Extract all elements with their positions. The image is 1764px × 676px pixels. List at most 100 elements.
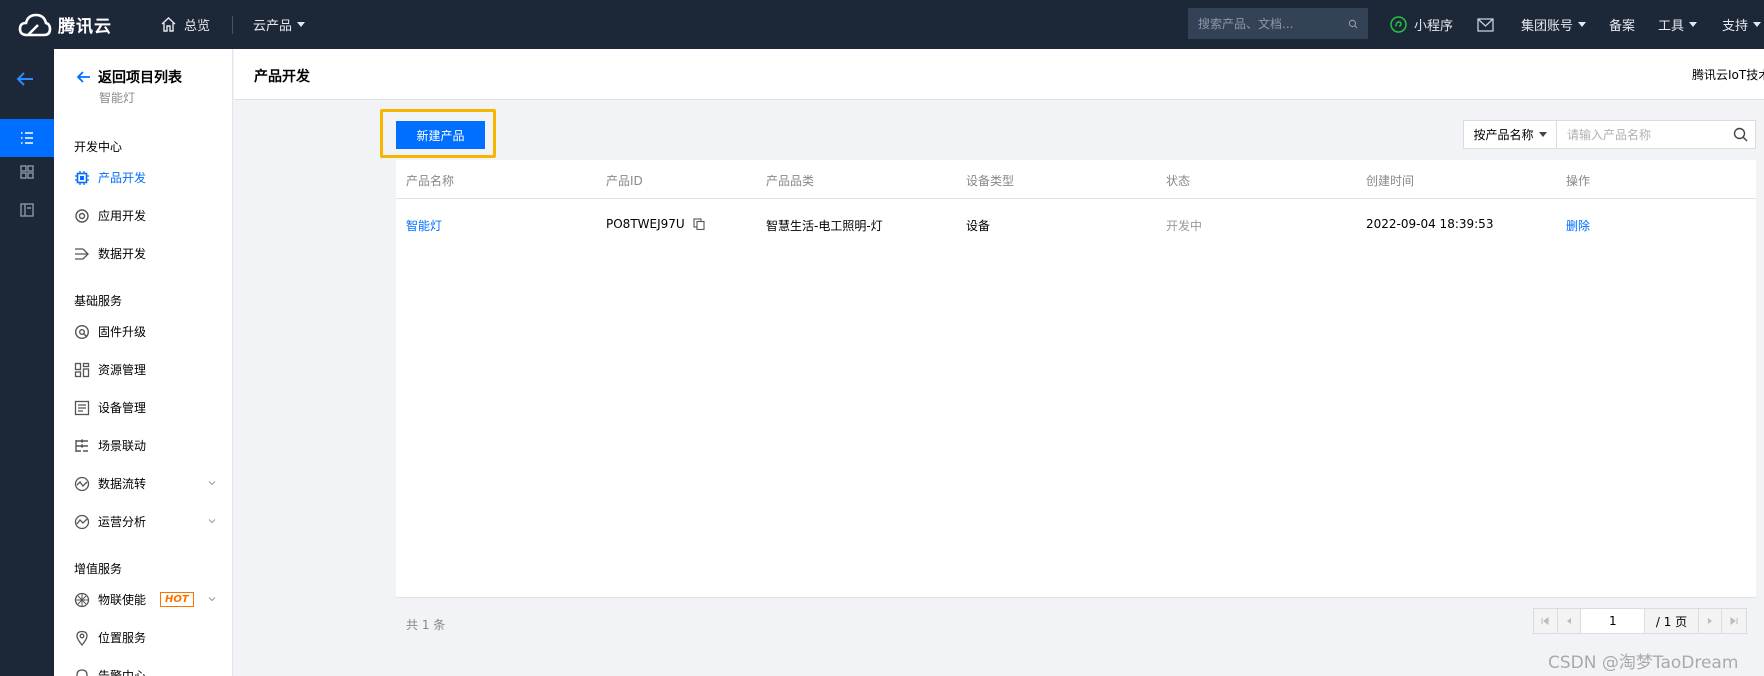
menu-item-label: 数据流转 — [98, 477, 147, 491]
mail-button[interactable] — [1477, 0, 1494, 49]
mini-program-icon — [1390, 16, 1407, 33]
tools-label: 工具 — [1658, 19, 1685, 34]
menu-item-location[interactable]: 位置服务 — [74, 629, 224, 646]
last-page-button[interactable] — [1722, 609, 1746, 633]
product-id: PO8TWEJ97U — [606, 217, 685, 231]
beian-link[interactable]: 备案 — [1609, 0, 1635, 49]
filter-select-label: 按产品名称 — [1473, 128, 1534, 142]
product-filter: 按产品名称 — [1463, 120, 1756, 149]
pagination: / 1 页 — [1533, 608, 1747, 634]
support-menu[interactable]: 支持 — [1722, 0, 1762, 49]
menu-item-scene[interactable]: 场景联动 — [74, 437, 224, 454]
caret-down-icon — [1538, 132, 1547, 137]
gear-icon — [75, 208, 89, 223]
product-name-link[interactable]: 智能灯 — [406, 217, 442, 234]
column-header: 操作 — [1566, 174, 1591, 188]
watermark: CSDN @淘梦TaoDream — [1548, 653, 1739, 673]
hot-badge: HOT — [160, 592, 194, 607]
menu-item-label: 场景联动 — [98, 439, 147, 453]
status-text: 开发中 — [1166, 219, 1203, 233]
column-header: 状态 — [1166, 174, 1191, 188]
menu-item-analysis[interactable]: 运营分析 — [74, 513, 224, 530]
prev-page-button[interactable] — [1558, 609, 1582, 633]
total-count: 共 1 条 — [406, 618, 446, 632]
data-flow-icon — [74, 476, 90, 491]
filter-field-select[interactable]: 按产品名称 — [1464, 121, 1557, 148]
search-button[interactable] — [1725, 121, 1755, 148]
section-title: 基础服务 — [74, 294, 123, 308]
grid-icon — [20, 165, 34, 179]
table-header: 产品名称 产品ID 产品品类 设备类型 状态 创建时间 操作 — [396, 160, 1756, 199]
back-label: 返回项目列表 — [98, 70, 182, 86]
group-account-menu[interactable]: 集团账号 — [1521, 0, 1587, 49]
menu-item-app-dev[interactable]: 应用开发 — [74, 207, 224, 224]
scene-icon — [75, 439, 88, 452]
nav-home-label: 总览 — [184, 19, 211, 34]
analysis-icon — [74, 514, 90, 529]
iot-icon — [74, 592, 90, 607]
global-search-input[interactable] — [1198, 16, 1348, 31]
tools-menu[interactable]: 工具 — [1658, 0, 1698, 49]
nav-home[interactable]: 总览 — [160, 15, 210, 34]
menu-item-label: 设备管理 — [98, 401, 147, 415]
rail-list[interactable] — [0, 119, 54, 157]
group-account-label: 集团账号 — [1521, 19, 1574, 34]
menu-item-data-flow[interactable]: 数据流转 — [74, 475, 224, 492]
product-category: 智慧生活-电工照明-灯 — [766, 219, 883, 233]
back-arrow-icon[interactable] — [14, 68, 36, 90]
product-id-cell: PO8TWEJ97U — [606, 217, 705, 231]
section-title: 增值服务 — [74, 562, 123, 576]
device-type: 设备 — [966, 219, 991, 233]
page-title: 产品开发 — [254, 69, 310, 85]
new-product-button[interactable]: 新建产品 — [396, 121, 485, 149]
chevron-down-icon — [208, 519, 216, 524]
rail-grid[interactable] — [0, 153, 54, 191]
global-search[interactable] — [1188, 8, 1368, 39]
tencent-cloud-logo[interactable]: 腾讯云 — [18, 11, 130, 39]
next-page-icon — [1708, 618, 1712, 624]
page-number-input[interactable] — [1581, 609, 1646, 633]
copy-icon[interactable] — [693, 218, 705, 230]
caret-down-icon — [1753, 22, 1762, 27]
nav-cloud-products[interactable]: 云产品 — [253, 15, 306, 34]
menu-item-data-dev[interactable]: 数据开发 — [74, 245, 224, 262]
menu-item-device[interactable]: 设备管理 — [74, 399, 224, 416]
mini-program-label: 小程序 — [1414, 19, 1454, 34]
rail-book[interactable] — [0, 191, 54, 229]
resource-icon — [74, 362, 90, 377]
menu-item-iot-enable[interactable]: 物联使能 HOT — [74, 591, 224, 608]
beian-label: 备案 — [1609, 19, 1636, 34]
product-name-search-input[interactable] — [1557, 121, 1725, 148]
menu-item-label: 告警中心 — [98, 669, 147, 676]
logo-text: 腾讯云 — [58, 17, 112, 37]
home-icon — [161, 17, 176, 32]
column-header: 创建时间 — [1366, 174, 1415, 188]
upgrade-icon — [74, 324, 90, 339]
column-header: 产品名称 — [406, 174, 455, 188]
menu-item-label: 应用开发 — [98, 209, 147, 223]
menu-item-firmware[interactable]: 固件升级 — [74, 323, 224, 340]
device-icon — [74, 400, 90, 415]
search-icon[interactable] — [1348, 16, 1358, 32]
search-icon — [1733, 127, 1747, 142]
first-page-icon — [1541, 617, 1549, 625]
caret-down-icon — [1689, 22, 1698, 27]
menu-item-resource[interactable]: 资源管理 — [74, 361, 224, 378]
next-page-button[interactable] — [1699, 609, 1723, 633]
mini-program-link[interactable]: 小程序 — [1390, 0, 1453, 49]
menu-item-label: 数据开发 — [98, 247, 147, 261]
column-header: 设备类型 — [966, 174, 1015, 188]
project-name: 智能灯 — [99, 91, 136, 105]
alarm-icon — [76, 668, 88, 676]
menu-item-label: 产品开发 — [98, 171, 147, 185]
chip-icon — [75, 170, 89, 185]
first-page-button[interactable] — [1534, 609, 1558, 633]
header-right-link[interactable]: 腾讯云IoT技术 — [1692, 66, 1764, 83]
section-title: 开发中心 — [74, 140, 123, 154]
chevron-down-icon — [208, 597, 216, 602]
menu-item-product-dev[interactable]: 产品开发 — [74, 169, 224, 186]
menu-item-alarm[interactable]: 告警中心 — [74, 667, 224, 676]
delete-link[interactable]: 删除 — [1566, 217, 1590, 234]
back-to-project-list[interactable]: 返回项目列表 — [76, 67, 182, 87]
created-time: 2022-09-04 18:39:53 — [1366, 217, 1494, 231]
